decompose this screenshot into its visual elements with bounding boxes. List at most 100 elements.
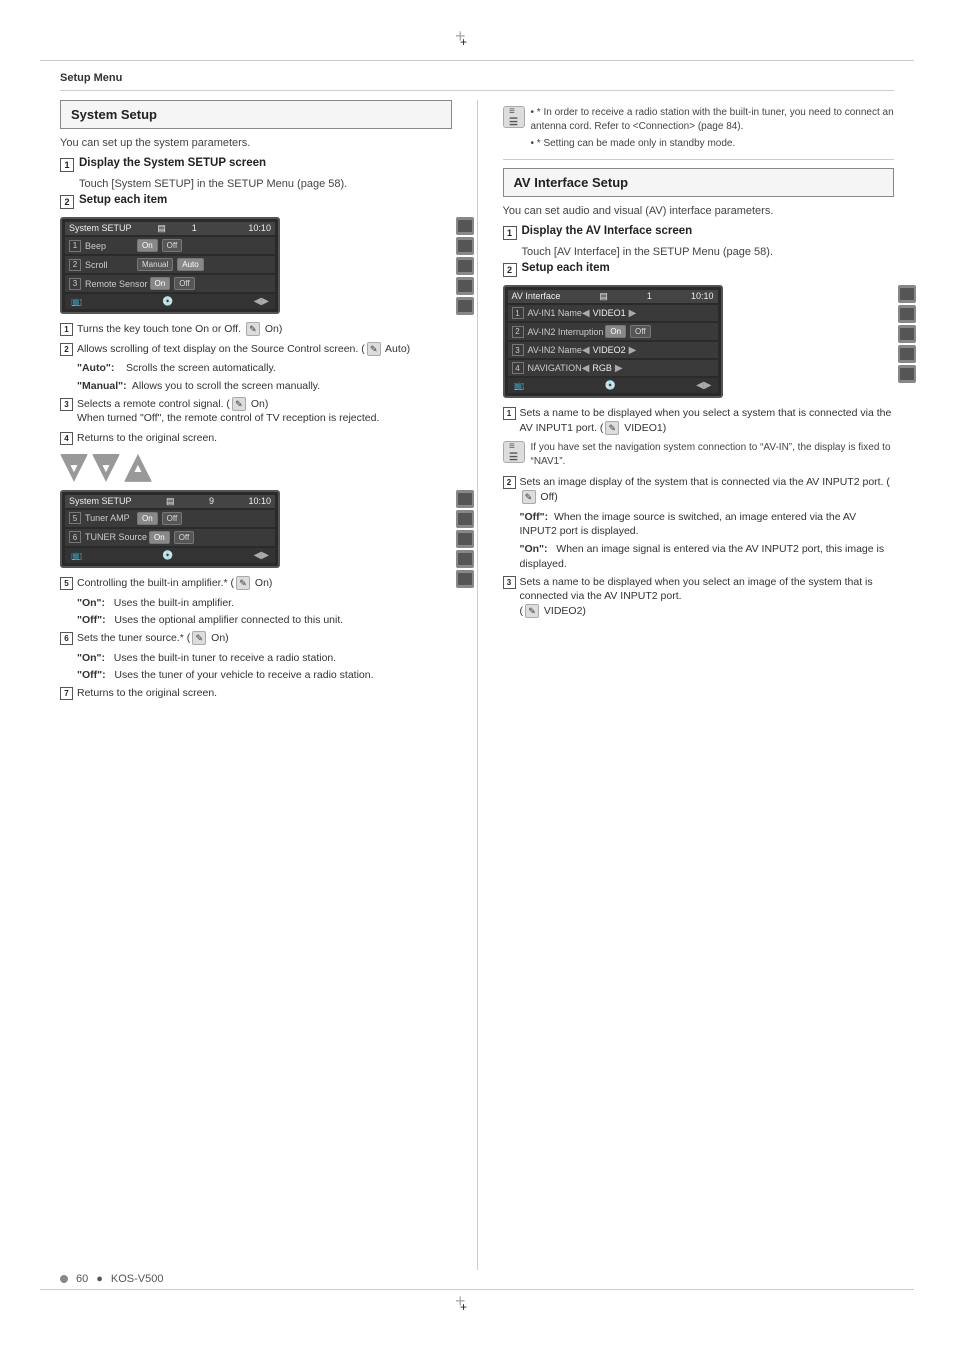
- av-screen-icon: ▤: [599, 291, 608, 302]
- screen2-row5-btn-off[interactable]: Off: [162, 512, 183, 525]
- screen2-row6-btn-on[interactable]: On: [149, 531, 170, 544]
- av-row1-value: VIDEO1: [593, 308, 626, 318]
- system-setup-title: System Setup: [71, 107, 441, 122]
- item2-text: Allows scrolling of text display on the …: [77, 342, 452, 357]
- pencil-icon-5: ✎: [236, 576, 250, 590]
- av-row3-label: AV-IN2 Name: [528, 345, 582, 355]
- av-row3-arr-left[interactable]: ◀: [582, 345, 590, 356]
- screen2-nav-tv: 📺: [71, 550, 82, 561]
- footer-dot: [60, 1275, 68, 1283]
- screen2-row6-num: 6: [69, 531, 81, 543]
- av-item-2: 2 Sets an image display of the system th…: [503, 475, 895, 504]
- av-row2-num: 2: [512, 326, 524, 338]
- page-border-top: [40, 60, 914, 61]
- av-side-icon-4: [898, 345, 916, 363]
- screen-mockup-1-container: System SETUP ▤ 1 10:10 1 Beep On Off 2 S…: [60, 217, 452, 314]
- note-icon-left: ≡☰: [503, 106, 525, 128]
- av-row1-label: AV-IN1 Name: [528, 308, 582, 318]
- screen2-icon: ▤: [166, 496, 175, 507]
- pencil-icon-1: ✎: [246, 322, 260, 336]
- av-row4-arr-right[interactable]: ▶: [615, 363, 623, 374]
- screen2-nav-arr: ◀▶: [254, 550, 269, 561]
- av-screen-mockup: AV Interface ▤ 1 10:10 1 AV-IN1 Name ◀ V…: [503, 285, 723, 398]
- av-row4-label: NAVIGATION: [528, 363, 582, 373]
- screen2-title: System SETUP: [69, 496, 132, 507]
- av-item3-text: Sets a name to be displayed when you sel…: [520, 575, 895, 619]
- side-icon-2: [456, 237, 474, 255]
- item5-text: Controlling the built-in amplifier.* (✎ …: [77, 576, 452, 591]
- av-row3-arr-right[interactable]: ▶: [629, 345, 637, 356]
- av-row1-num: 1: [512, 307, 524, 319]
- av-row1-arr-left[interactable]: ◀: [582, 308, 590, 319]
- av-note-icon: ≡☰: [503, 441, 525, 463]
- screen1-title: System SETUP: [69, 223, 132, 234]
- system-setup-desc: You can set up the system parameters.: [60, 137, 452, 149]
- screen1-side-icons: [456, 217, 474, 315]
- screen2-row5-num: 5: [69, 512, 81, 524]
- screen1-row3-btn-on[interactable]: On: [150, 277, 171, 290]
- screen2-row6-btn-off[interactable]: Off: [174, 531, 195, 544]
- screen1-row1-label: Beep: [85, 241, 135, 251]
- item4-num: 4: [60, 432, 73, 445]
- screen2-title-bar: System SETUP ▤ 9 10:10: [65, 495, 275, 508]
- side-icon2-2: [456, 510, 474, 528]
- av-row2-btn-on[interactable]: On: [605, 325, 626, 338]
- av-row2-label: AV-IN2 Interruption: [528, 327, 604, 337]
- av-item2-on: "On": When an image signal is entered vi…: [520, 542, 895, 571]
- side-icon2-5: [456, 570, 474, 588]
- av-side-icons: [898, 285, 916, 383]
- av-screen-time: 10:10: [691, 291, 714, 302]
- separator: [503, 159, 895, 160]
- av-screen-title-bar: AV Interface ▤ 1 10:10: [508, 290, 718, 303]
- nav-up-arrow[interactable]: ▲: [124, 454, 152, 482]
- footer-model: KOS-V500: [111, 1273, 164, 1285]
- screen1-bottom-nav: 📺 💿 ◀▶: [65, 294, 275, 309]
- screen2-row5-btn-on[interactable]: On: [137, 512, 158, 525]
- pencil-icon-2: ✎: [367, 342, 381, 356]
- nav-down-arrow[interactable]: ▼: [60, 454, 88, 482]
- column-divider: [477, 100, 478, 1270]
- left-notes-box: ≡☰ • * In order to receive a radio stati…: [503, 106, 895, 151]
- screen1-row2-btn-manual[interactable]: Manual: [137, 258, 173, 271]
- av-side-icon-5: [898, 365, 916, 383]
- item-5: 5 Controlling the built-in amplifier.* (…: [60, 576, 452, 591]
- av-row2-btn-off[interactable]: Off: [630, 325, 651, 338]
- screen2-page: 9: [209, 496, 214, 507]
- av-row-3: 3 AV-IN2 Name ◀ VIDEO2 ▶: [508, 342, 718, 358]
- screen2-row6-label: TUNER Source: [85, 532, 147, 542]
- av-step1-title: Display the AV Interface screen: [522, 225, 693, 237]
- av-step2-title: Setup each item: [522, 262, 610, 274]
- av-nav-tv: 📺: [514, 380, 525, 391]
- screen1-row1-btn-off[interactable]: Off: [162, 239, 183, 252]
- item5-detail-on: "On": Uses the built-in amplifier.: [77, 596, 452, 611]
- side-icon-3: [456, 257, 474, 275]
- av-screen-bottom-nav: 📺 💿 ◀▶: [508, 378, 718, 393]
- screen1-row3-num: 3: [69, 278, 81, 290]
- item6-detail-on: "On": Uses the built-in tuner to receive…: [77, 651, 452, 666]
- av-nav-cd: 💿: [605, 380, 616, 391]
- screen1-row-2: 2 Scroll Manual Auto: [65, 256, 275, 273]
- item7-num: 7: [60, 687, 73, 700]
- item2-detail-manual: "Manual": Allows you to scroll the scree…: [77, 379, 452, 394]
- item6-detail-off: "Off": Uses the tuner of your vehicle to…: [77, 668, 452, 683]
- av-row4-value: RGB: [592, 363, 612, 373]
- side-icon-5: [456, 297, 474, 315]
- av-row4-arr-left[interactable]: ◀: [582, 363, 590, 374]
- nav-down-arrow2[interactable]: ▼: [92, 454, 120, 482]
- screen1-row1-btn-on[interactable]: On: [137, 239, 158, 252]
- screen1-row2-btn-auto[interactable]: Auto: [177, 258, 203, 271]
- footer-sep: ●: [96, 1273, 103, 1285]
- nav-arrows: ▼ ▼ ▲: [60, 454, 452, 482]
- page-border-bottom: [40, 1289, 914, 1290]
- av-screen-title: AV Interface: [512, 291, 561, 302]
- footer-page: 60: [76, 1273, 88, 1285]
- screen1-row3-btn-off[interactable]: Off: [174, 277, 195, 290]
- av-row1-arr-right[interactable]: ▶: [629, 308, 637, 319]
- av-side-icon-3: [898, 325, 916, 343]
- item-6: 6 Sets the tuner source.* (✎ On): [60, 631, 452, 646]
- header-area: Setup Menu: [60, 70, 894, 91]
- screen1-row-1: 1 Beep On Off: [65, 237, 275, 254]
- screen1-icon: ▤: [157, 223, 166, 234]
- screen2-row-5: 5 Tuner AMP On Off: [65, 510, 275, 527]
- av-nav-arr: ◀▶: [696, 380, 711, 391]
